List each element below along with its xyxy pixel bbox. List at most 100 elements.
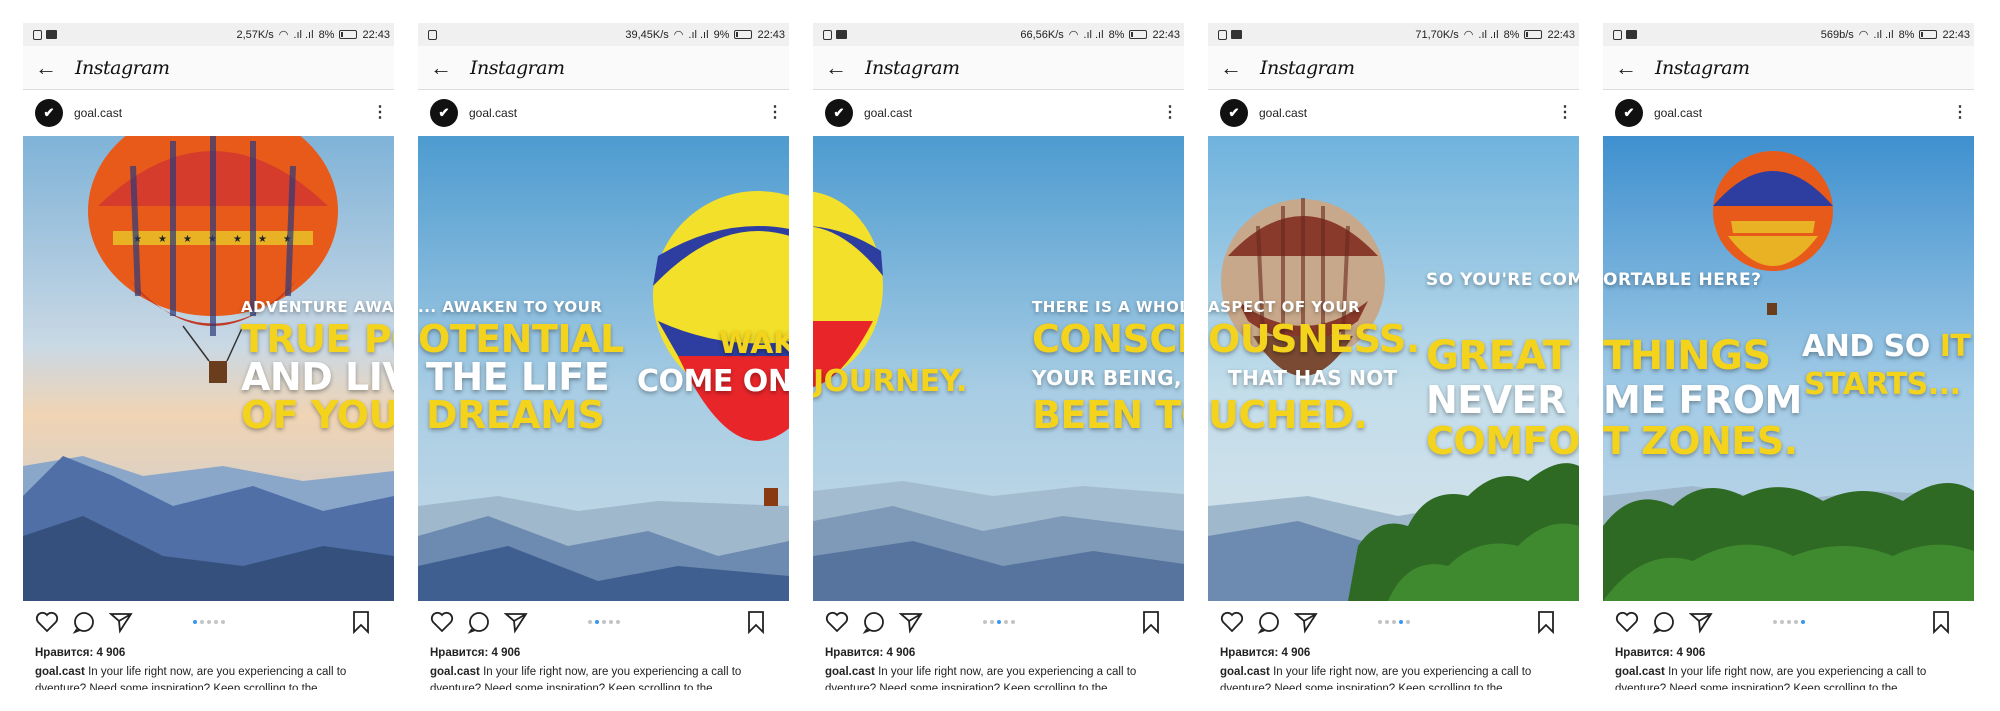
overlay-line: DREAMS bbox=[426, 393, 605, 437]
bookmark-icon[interactable] bbox=[1532, 608, 1560, 636]
phone-screen-5: 569b/s ◠ .ıl .ıl 8% 22:43 ← Instagram ✔ … bbox=[1603, 23, 1974, 711]
heart-icon[interactable] bbox=[1218, 608, 1246, 636]
avatar[interactable]: ✔ bbox=[825, 99, 853, 127]
share-icon[interactable] bbox=[1292, 608, 1320, 636]
carousel-dot bbox=[1010, 620, 1015, 624]
username[interactable]: goal.cast bbox=[469, 106, 517, 120]
caption-username[interactable]: goal.cast bbox=[825, 666, 875, 678]
avatar[interactable]: ✔ bbox=[430, 99, 458, 127]
overlay-line: COMFOR bbox=[1426, 419, 1579, 463]
bookmark-icon[interactable] bbox=[742, 608, 770, 636]
status-bar: 569b/s ◠ .ıl .ıl 8% 22:43 bbox=[1603, 23, 1974, 46]
post-image[interactable]: ★★★★★★★ ADVENTURE AWAITS... TRUE PO AND … bbox=[23, 136, 394, 601]
comment-icon[interactable] bbox=[70, 608, 98, 636]
more-options-icon[interactable]: ⋮ bbox=[1952, 105, 1968, 121]
bookmark-icon[interactable] bbox=[347, 608, 375, 636]
likes-count[interactable]: Нравится: 4 906 bbox=[813, 643, 1184, 663]
sim-icon bbox=[1218, 29, 1227, 40]
wifi-icon: ◠ bbox=[673, 29, 684, 41]
post-caption-cutoff: dventure? Need some inspiration? Keep sc… bbox=[430, 683, 713, 690]
comment-icon[interactable] bbox=[1255, 608, 1283, 636]
overlay-line: ... AWAKEN TO YOUR bbox=[418, 298, 603, 316]
arrow-left-icon[interactable]: ← bbox=[1615, 55, 1655, 81]
overlay-line: OF YOUR bbox=[241, 393, 394, 437]
share-icon[interactable] bbox=[1687, 608, 1715, 636]
arrow-left-icon[interactable]: ← bbox=[35, 55, 75, 81]
likes-count[interactable]: Нравится: 4 906 bbox=[1603, 643, 1974, 663]
carousel-dot bbox=[608, 620, 613, 624]
wifi-icon: ◠ bbox=[1858, 29, 1869, 41]
arrow-left-icon[interactable]: ← bbox=[825, 55, 865, 81]
username[interactable]: goal.cast bbox=[1259, 106, 1307, 120]
battery-icon bbox=[339, 30, 358, 39]
likes-count[interactable]: Нравится: 4 906 bbox=[1208, 643, 1579, 663]
comment-icon[interactable] bbox=[465, 608, 493, 636]
more-options-icon[interactable]: ⋮ bbox=[1162, 105, 1178, 121]
likes-count[interactable]: Нравится: 4 906 bbox=[23, 643, 394, 663]
arrow-left-icon[interactable]: ← bbox=[1220, 55, 1260, 81]
image-notification-icon bbox=[1231, 30, 1242, 39]
avatar[interactable]: ✔ bbox=[35, 99, 63, 127]
carousel-indicator bbox=[192, 620, 225, 624]
app-title: Instagram bbox=[1655, 56, 1750, 79]
post-image[interactable]: ... AWAKEN TO YOUR OTENTIAL THE LIFE DRE… bbox=[418, 136, 789, 601]
avatar[interactable]: ✔ bbox=[1615, 99, 1643, 127]
carousel-dot bbox=[206, 620, 211, 624]
post-image[interactable]: JOURNEY. THERE IS A WHOLE CONSCIO YOUR B… bbox=[813, 136, 1184, 601]
post-actions bbox=[813, 601, 1184, 643]
image-notification-icon bbox=[1626, 30, 1637, 39]
share-icon[interactable] bbox=[107, 608, 135, 636]
battery-percent: 8% bbox=[1898, 28, 1915, 41]
comment-icon[interactable] bbox=[860, 608, 888, 636]
app-title: Instagram bbox=[75, 56, 170, 79]
caption-username[interactable]: goal.cast bbox=[430, 666, 480, 678]
likes-count[interactable]: Нравится: 4 906 bbox=[418, 643, 789, 663]
overlay-line: BEEN TO bbox=[1032, 393, 1184, 437]
app-bar: ← Instagram bbox=[1208, 46, 1579, 90]
post-actions bbox=[23, 601, 394, 643]
caption-username[interactable]: goal.cast bbox=[35, 666, 85, 678]
comment-icon[interactable] bbox=[1650, 608, 1678, 636]
overlay-line: GREAT T bbox=[1426, 333, 1579, 379]
battery-icon bbox=[734, 30, 753, 39]
carousel-dot bbox=[1772, 620, 1777, 624]
signal-icon: .ıl .ıl bbox=[688, 28, 709, 41]
overlay-line: ME FROM bbox=[1603, 378, 1802, 422]
heart-icon[interactable] bbox=[823, 608, 851, 636]
caption-username[interactable]: goal.cast bbox=[1220, 666, 1270, 678]
username[interactable]: goal.cast bbox=[1654, 106, 1702, 120]
overlay-line: SO YOU'RE COMF bbox=[1426, 270, 1579, 290]
more-options-icon[interactable]: ⋮ bbox=[1557, 105, 1573, 121]
caption-username[interactable]: goal.cast bbox=[1615, 666, 1665, 678]
carousel-dot bbox=[192, 620, 197, 624]
overlay-line: STARTS... bbox=[1804, 367, 1961, 402]
overlay-line: ORTABLE HERE? bbox=[1603, 270, 1762, 290]
post-image[interactable]: ORTABLE HERE? THINGS ME FROM T ZONES. AN… bbox=[1603, 136, 1974, 601]
post-image[interactable]: ASPECT OF YOUR OUSNESS. THAT HAS NOT UCH… bbox=[1208, 136, 1579, 601]
share-icon[interactable] bbox=[897, 608, 925, 636]
signal-icon: .ıl .ıl bbox=[1873, 28, 1894, 41]
arrow-left-icon[interactable]: ← bbox=[430, 55, 470, 81]
app-bar: ← Instagram bbox=[23, 46, 394, 90]
app-bar: ← Instagram bbox=[1603, 46, 1974, 90]
svg-text:★: ★ bbox=[158, 234, 167, 245]
username[interactable]: goal.cast bbox=[74, 106, 122, 120]
avatar[interactable]: ✔ bbox=[1220, 99, 1248, 127]
carousel-indicator bbox=[587, 620, 620, 624]
more-options-icon[interactable]: ⋮ bbox=[767, 105, 783, 121]
heart-icon[interactable] bbox=[1613, 608, 1641, 636]
wifi-icon: ◠ bbox=[1068, 29, 1079, 41]
carousel-dot bbox=[1786, 620, 1791, 624]
bookmark-icon[interactable] bbox=[1137, 608, 1165, 636]
bookmark-icon[interactable] bbox=[1927, 608, 1955, 636]
overlay-line: T ZONES. bbox=[1603, 419, 1798, 463]
more-options-icon[interactable]: ⋮ bbox=[372, 105, 388, 121]
heart-icon[interactable] bbox=[428, 608, 456, 636]
heart-icon[interactable] bbox=[33, 608, 61, 636]
network-speed: 66,56K/s bbox=[1020, 28, 1064, 41]
username[interactable]: goal.cast bbox=[864, 106, 912, 120]
clock: 22:43 bbox=[1547, 28, 1575, 41]
phone-screen-3: 66,56K/s ◠ .ıl .ıl 8% 22:43 ← Instagram … bbox=[813, 23, 1184, 711]
share-icon[interactable] bbox=[502, 608, 530, 636]
overlay-line: THAT HAS NOT bbox=[1228, 366, 1398, 390]
